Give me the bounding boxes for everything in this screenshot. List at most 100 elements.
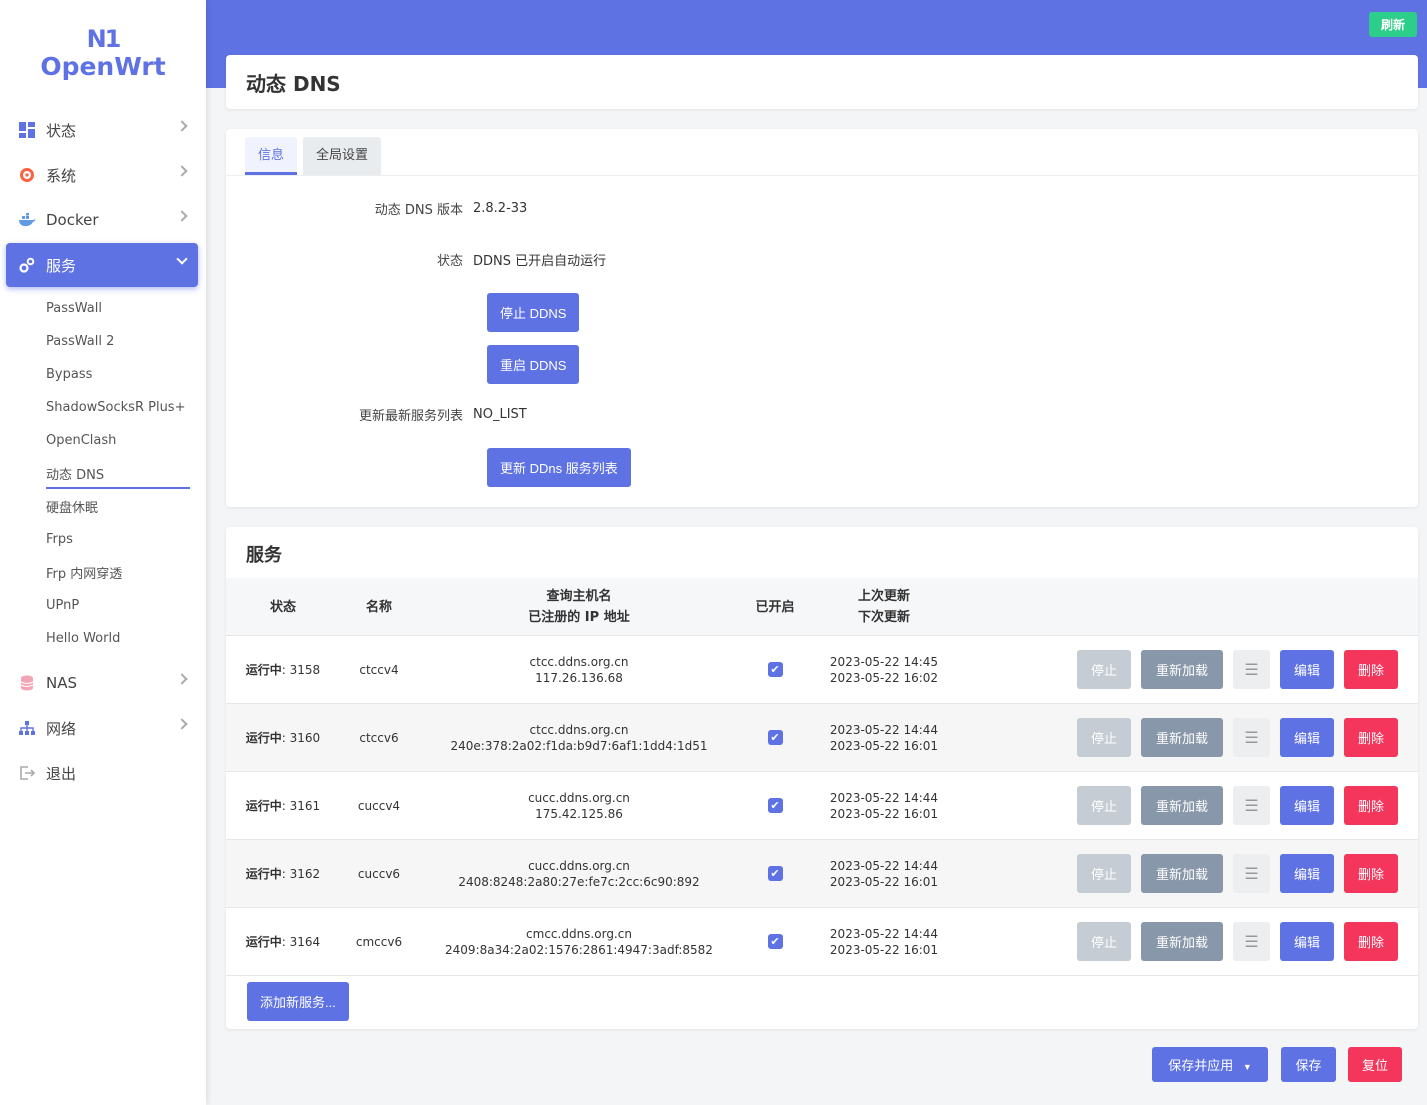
sidebar-item-label: 状态 [46,121,77,140]
delete-service-button[interactable]: 删除 [1344,922,1398,961]
delete-service-button[interactable]: 删除 [1344,650,1398,689]
delete-service-button[interactable]: 删除 [1344,854,1398,893]
stop-ddns-button[interactable]: 停止 DDNS [487,293,580,332]
service-name: cuccv4 [357,798,401,813]
reload-service-button[interactable]: 重新加载 [1141,922,1223,961]
table-row: 运行中: 3158 ctccv4 ctcc.ddns.org.cn 117.26.13… [226,636,1418,704]
update-service-list-button[interactable]: 更新 DDns 服务列表 [487,448,631,487]
update-cell: 2023-05-22 14:44 2023-05-22 16:01 [821,840,947,907]
log-menu-icon[interactable]: ☰ [1233,854,1270,893]
sidebar-item-label: 网络 [46,719,77,738]
edit-service-button[interactable]: 编辑 [1280,922,1334,961]
update-list-label: 更新最新服务列表 [358,409,463,424]
sidebar-item-docker[interactable]: Docker [6,198,198,242]
header-host-line2: 已注册的 IP 地址 [528,610,630,625]
stop-service-button[interactable]: 停止 [1077,854,1131,893]
host-cell: ctcc.ddns.org.cn 240e:378:2a02:f1da:b9d7:… [439,704,719,771]
stop-service-button[interactable]: 停止 [1077,922,1131,961]
enabled-checkbox[interactable]: ✔ [767,730,783,745]
pid-text: : 3162 [281,866,321,881]
status-cell: 运行中: 3160 [237,704,329,771]
update-cell: 2023-05-22 14:44 2023-05-22 16:01 [821,704,947,771]
pid-text: : 3158 [281,662,321,677]
log-menu-icon[interactable]: ☰ [1233,786,1270,825]
enabled-checkbox[interactable]: ✔ [767,798,783,813]
lookup-host: ctcc.ddns.org.cn [529,722,629,737]
submenu-item-openclash[interactable]: OpenClash [0,424,206,457]
registered-ip: 240e:378:2a02:f1da:b9d7:6af1:1dd4:1d51 [450,738,708,753]
dashboard-icon [18,121,36,139]
submenu-item-passwall2[interactable]: PassWall 2 [0,325,206,358]
sidebar-item-services[interactable]: 服务 [6,243,198,287]
logout-icon [18,764,36,782]
submenu-item-ddns[interactable]: 动态 DNS [0,457,206,490]
edit-service-button[interactable]: 编辑 [1280,786,1334,825]
status-row: 状态 DDNS 已开启自动运行 [226,250,606,269]
sidebar-item-status[interactable]: 状态 [6,108,198,152]
delete-service-button[interactable]: 删除 [1344,786,1398,825]
edit-service-button[interactable]: 编辑 [1280,854,1334,893]
submenu-item-hello-world[interactable]: Hello World [0,622,206,655]
enabled-checkbox[interactable]: ✔ [767,866,783,881]
sidebar-item-system[interactable]: 系统 [6,153,198,197]
sidebar-item-network[interactable]: 网络 [6,706,198,750]
tab-info[interactable]: 信息 [245,137,298,175]
next-update: 2023-05-22 16:02 [829,670,939,685]
update-cell: 2023-05-22 14:44 2023-05-22 16:01 [821,772,947,839]
host-cell: cmcc.ddns.org.cn 2409:8a34:2a02:1576:2861… [439,908,719,975]
header-update-line2: 下次更新 [857,610,910,625]
network-icon [18,719,36,737]
status-cell: 运行中: 3162 [237,840,329,907]
sidebar: N1 OpenWrt 状态 系统 Docker 服务 PassWall Pass… [0,0,206,1105]
enabled-checkbox[interactable]: ✔ [767,662,783,677]
log-menu-icon[interactable]: ☰ [1233,650,1270,689]
stop-service-button[interactable]: 停止 [1077,650,1131,689]
reset-button[interactable]: 复位 [1348,1047,1402,1082]
stop-service-button[interactable]: 停止 [1077,786,1131,825]
submenu-label: ShadowSocksR Plus+ [46,400,186,415]
add-service-button[interactable]: 添加新服务... [247,982,349,1021]
next-update: 2023-05-22 16:01 [829,874,939,889]
sidebar-item-logout[interactable]: 退出 [6,751,198,795]
header-status: 状态 [269,599,296,615]
info-card: 信息 全局设置 动态 DNS 版本 2.8.2-33 状态 DDNS 已开启自动… [226,129,1418,507]
registered-ip: 2409:8a34:2a02:1576:2861:4947:3adf:8582 [445,942,713,957]
edit-service-button[interactable]: 编辑 [1280,650,1334,689]
tab-global-settings[interactable]: 全局设置 [303,137,382,175]
submenu-item-frpc[interactable]: Frp 内网穿透 [0,556,206,589]
delete-service-button[interactable]: 删除 [1344,718,1398,757]
save-apply-button[interactable]: 保存并应用 ▼ [1152,1047,1268,1082]
submenu-item-frps[interactable]: Frps [0,523,206,556]
save-button[interactable]: 保存 [1281,1047,1336,1082]
submenu-item-passwall[interactable]: PassWall [0,292,206,325]
next-update: 2023-05-22 16:01 [829,942,939,957]
refresh-button[interactable]: 刷新 [1368,12,1417,37]
brand-logo[interactable]: N1 OpenWrt [0,0,206,108]
sidebar-item-label: 服务 [46,256,77,275]
table-row: 运行中: 3160 ctccv6 ctcc.ddns.org.cn 240e:378:… [226,704,1418,772]
update-cell: 2023-05-22 14:44 2023-05-22 16:01 [821,908,947,975]
log-menu-icon[interactable]: ☰ [1233,718,1270,757]
submenu-item-hd-idle[interactable]: 硬盘休眠 [0,490,206,523]
reload-service-button[interactable]: 重新加载 [1141,650,1223,689]
reload-service-button[interactable]: 重新加载 [1141,854,1223,893]
registered-ip: 2408:8248:2a80:27e:fe7c:2cc:6c90:892 [458,874,700,889]
edit-service-button[interactable]: 编辑 [1280,718,1334,757]
services-title: 服务 [246,545,282,566]
status-text: 运行中 [245,934,282,949]
stop-service-button[interactable]: 停止 [1077,718,1131,757]
restart-ddns-button[interactable]: 重启 DDNS [487,345,580,384]
log-menu-icon[interactable]: ☰ [1233,922,1270,961]
reload-service-button[interactable]: 重新加载 [1141,786,1223,825]
chevron-right-icon [176,718,188,730]
sidebar-item-nas[interactable]: NAS [6,661,198,705]
submenu-item-ssr-plus[interactable]: ShadowSocksR Plus+ [0,391,206,424]
header-enabled: 已开启 [755,599,795,615]
enabled-checkbox[interactable]: ✔ [767,934,783,949]
reload-service-button[interactable]: 重新加载 [1141,718,1223,757]
registered-ip: 175.42.125.86 [535,806,623,821]
submenu-item-bypass[interactable]: Bypass [0,358,206,391]
services-icon [18,256,36,274]
submenu-label: Frp 内网穿透 [46,567,123,582]
submenu-item-upnp[interactable]: UPnP [0,589,206,622]
